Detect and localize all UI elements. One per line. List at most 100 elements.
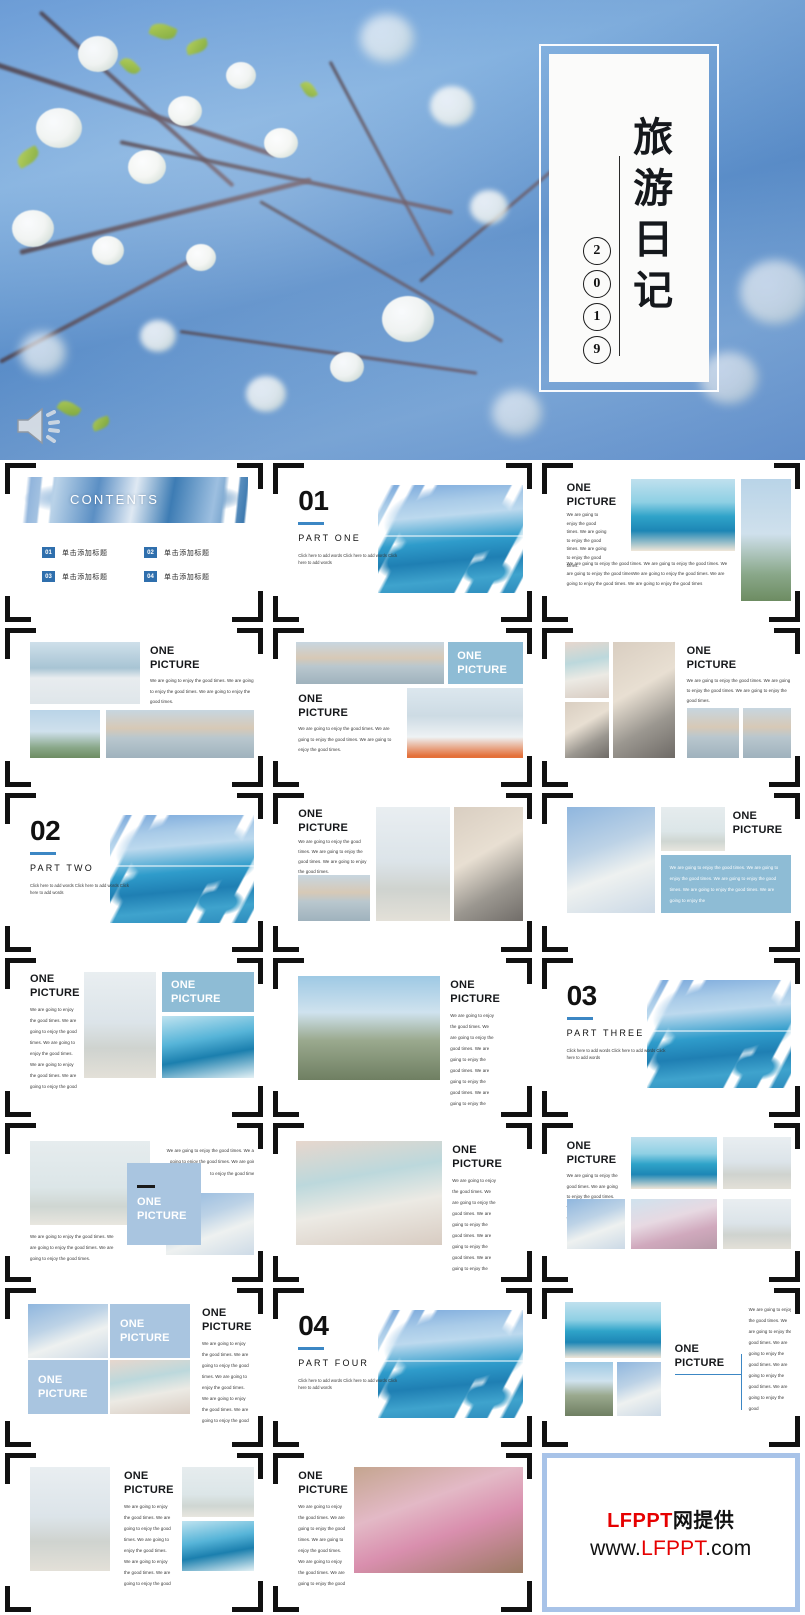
- speaker-icon[interactable]: [12, 404, 64, 448]
- photo-street[interactable]: [564, 642, 609, 698]
- photo-beach-umbrella[interactable]: [84, 972, 156, 1078]
- slide-heading-line1: ONE: [171, 978, 196, 991]
- contents-title: CONTENTS: [70, 492, 160, 507]
- accent-box-heading-2: ONE PICTURE: [28, 1360, 108, 1414]
- slide-heading-line2: PICTURE: [566, 496, 617, 509]
- slide-heading-line1: ONE: [124, 1470, 149, 1482]
- slide-heading-line2: PICTURE: [450, 993, 500, 1006]
- contents-item[interactable]: 03 单击添加标题: [42, 571, 136, 582]
- slide-thumb-photos-o[interactable]: ONE PICTURE We are going to enjoy the go…: [268, 1450, 536, 1615]
- slide-thumb-photos-c[interactable]: ONE PICTURE ONE PICTURE We are going to …: [268, 625, 536, 790]
- photo-lifeguard-tower[interactable]: [660, 807, 725, 851]
- slide-heading-line1: ONE: [674, 1343, 700, 1355]
- photo-blossom[interactable]: [616, 1362, 661, 1416]
- watermark-brand: LFPPT: [607, 1510, 673, 1532]
- photo-mountain-view[interactable]: [564, 1362, 613, 1416]
- slide-heading-line2: PICTURE: [137, 1210, 187, 1222]
- photo-chairlift[interactable]: [30, 710, 100, 758]
- photo-bicycle-bottom[interactable]: [564, 702, 609, 758]
- photo-snow[interactable]: [407, 688, 523, 758]
- photo-canal[interactable]: [686, 708, 739, 758]
- slide-thumb-photos-m[interactable]: ONE PICTURE We are going to enjoy the go…: [537, 1285, 805, 1450]
- slide-thumb-section-02[interactable]: 02 PART TWO Click here to add words Clic…: [0, 790, 268, 955]
- slide-thumb-photos-i[interactable]: We are going to enjoy the good times. We…: [0, 1120, 268, 1285]
- slide-thumb-photos-l[interactable]: ONE PICTURE ONE PICTURE ONE PICTURE We a…: [0, 1285, 268, 1450]
- photo-wave[interactable]: [182, 1521, 255, 1571]
- section-label: PART FOUR: [298, 1358, 370, 1368]
- photo-umbrella-2[interactable]: [722, 1199, 791, 1249]
- slide-body: We are going to enjoy the good times. We…: [298, 1504, 346, 1587]
- section-number: 01: [298, 485, 329, 516]
- photo-wave[interactable]: [162, 1016, 255, 1078]
- photo-peonies[interactable]: [354, 1467, 523, 1573]
- photo-santorini[interactable]: [296, 1141, 443, 1245]
- year-column: 2 0 1 9: [582, 237, 611, 364]
- slide-body: We are going to enjoy the good times. We…: [150, 678, 254, 705]
- slide-thumb-photos-n[interactable]: ONE PICTURE We are going to enjoy the go…: [0, 1450, 268, 1615]
- photo-sea[interactable]: [630, 1137, 717, 1189]
- slide-thumb-photos-g[interactable]: ONE PICTURE We are going to enjoy the go…: [0, 955, 268, 1120]
- slide-thumb-photos-a[interactable]: ONE PICTURE We are going to enjoy the go…: [537, 460, 805, 625]
- slide-heading-line2: PICTURE: [38, 1388, 88, 1400]
- slide-body: We are going to enjoy the good times. We…: [202, 1341, 249, 1424]
- slide-heading-line2: PICTURE: [732, 824, 783, 837]
- slide-body: We are going to enjoy the good times. We…: [30, 1234, 114, 1262]
- accent-rule-v: [740, 1354, 742, 1410]
- section-label: PART TWO: [30, 863, 94, 873]
- contents-label: 单击添加标题: [164, 572, 210, 581]
- photo-canal[interactable]: [296, 642, 445, 684]
- cover-title: 旅游日记: [626, 116, 674, 320]
- slide-heading-line1: ONE: [120, 1317, 145, 1330]
- slide-thumb-contents[interactable]: CONTENTS 01 单击添加标题 02 单击添加标题 03 单击添加标题 0…: [0, 460, 268, 625]
- slide-heading-line1: ONE: [30, 973, 55, 985]
- slide-thumb-photos-f[interactable]: ONE PICTURE We are going to enjoy the go…: [537, 790, 805, 955]
- slide-thumb-section-04[interactable]: 04 PART FOUR Click here to add words Cli…: [268, 1285, 536, 1450]
- contents-item[interactable]: 04 单击添加标题: [144, 571, 238, 582]
- watermark-url-tld: .com: [705, 1537, 752, 1560]
- accent-box-heading: ONE PICTURE: [448, 642, 523, 684]
- slide-body: We are going to enjoy the good times. We…: [748, 1307, 791, 1412]
- photo-beach-umbrella[interactable]: [722, 1137, 791, 1189]
- slide-thumb-photos-h[interactable]: ONE PICTURE We are going to enjoy the go…: [268, 955, 536, 1120]
- photo-canal-2[interactable]: [742, 708, 791, 758]
- photo-bicycle[interactable]: [454, 807, 523, 921]
- slide-body: We are going to enjoy the good times. We…: [686, 678, 791, 704]
- photo-canal[interactable]: [298, 875, 371, 921]
- photo-chairlift[interactable]: [740, 479, 791, 601]
- section-label: PART ONE: [298, 533, 361, 543]
- photo-sea[interactable]: [630, 479, 735, 551]
- section-body: Click here to add words Click here to ad…: [298, 553, 398, 566]
- slide-thumb-photos-k[interactable]: ONE PICTURE We are going to enjoy the go…: [537, 1120, 805, 1285]
- photo-bicycle[interactable]: [612, 642, 675, 758]
- photo-santorini[interactable]: [110, 1360, 190, 1414]
- slide-thumb-section-01[interactable]: 01 PART ONE Click here to add words Clic…: [268, 460, 536, 625]
- slide-thumb-photos-e[interactable]: ONE PICTURE We are going to enjoy the go…: [268, 790, 536, 955]
- slide-thumb-photos-j[interactable]: ONE PICTURE We are going to enjoy the go…: [268, 1120, 536, 1285]
- slide-thumb-photos-d[interactable]: ONE PICTURE We are going to enjoy the go…: [537, 625, 805, 790]
- slide-heading-line2: PICTURE: [298, 822, 348, 835]
- slide-thumb-section-03[interactable]: 03 PART THREE Click here to add words Cl…: [537, 955, 805, 1120]
- photo-blossom[interactable]: [566, 807, 655, 913]
- slide-body-long: We are going to enjoy the good times. We…: [566, 561, 728, 587]
- hero-cover-image: 旅游日记 2 0 1 9: [0, 0, 805, 460]
- slide-heading-line2: PICTURE: [30, 987, 80, 1000]
- accent-rule: [137, 1184, 155, 1188]
- photo-beach-umbrella[interactable]: [376, 807, 451, 921]
- photo-canal[interactable]: [106, 710, 254, 758]
- photo-flowers[interactable]: [630, 1199, 717, 1249]
- slide-heading-line1: ONE: [202, 1307, 227, 1319]
- photo-beach-umbrella[interactable]: [30, 1467, 110, 1571]
- photo-blossom[interactable]: [566, 1199, 625, 1249]
- contents-badge: 03: [42, 571, 55, 582]
- contents-item[interactable]: 01 单击添加标题: [42, 547, 136, 558]
- section-number: 04: [298, 1310, 329, 1341]
- contents-item[interactable]: 02 单击添加标题: [144, 547, 238, 558]
- photo-snow-lantern[interactable]: [30, 642, 140, 704]
- photo-sea[interactable]: [564, 1302, 661, 1358]
- photo-mountain-view[interactable]: [298, 976, 441, 1080]
- photo-blossom[interactable]: [28, 1304, 108, 1358]
- photo-lifeguard-tower[interactable]: [182, 1467, 255, 1517]
- slide-heading-line1: ONE: [732, 810, 758, 822]
- title-divider: [618, 156, 620, 356]
- slide-thumb-photos-b[interactable]: ONE PICTURE We are going to enjoy the go…: [0, 625, 268, 790]
